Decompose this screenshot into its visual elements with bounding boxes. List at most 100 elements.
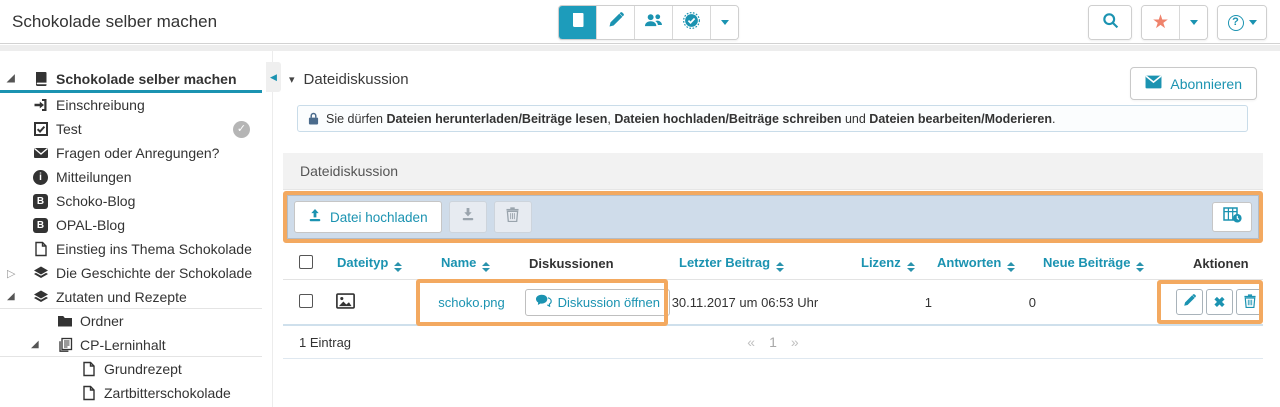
chevron-down-icon: [720, 20, 729, 25]
sidebar-item-label: Grundrezept: [104, 361, 182, 377]
members-button[interactable]: [635, 6, 673, 39]
trash-icon: [1243, 293, 1256, 311]
sidebar-item-zutaten-und-rezepte[interactable]: ◢ Zutaten und Rezepte: [0, 285, 262, 309]
help-button[interactable]: ?: [1218, 6, 1266, 39]
column-header-name[interactable]: Name: [441, 255, 529, 272]
last-post-cell: 30.11.2017 um 06:53 Uhr: [671, 294, 819, 310]
sidebar-item-label: Zartbitterschokolade: [104, 385, 231, 401]
file-type-cell: [336, 292, 438, 312]
edit-course-button[interactable]: [597, 6, 635, 39]
column-header-letzter-beitrag[interactable]: Letzter Beitrag: [679, 255, 861, 272]
open-discussion-label: Diskussion öffnen: [557, 294, 660, 310]
search-icon: [1102, 12, 1119, 34]
sidebar-item-einschreibung[interactable]: Einschreibung: [0, 93, 262, 117]
new-posts-cell: 0: [1028, 294, 1036, 310]
highlight-box-toolbar: Datei hochladen: [283, 191, 1263, 243]
file-link[interactable]: schoko.png: [438, 295, 505, 310]
sidebar-item-label: OPAL-Blog: [56, 217, 125, 233]
pagination-page[interactable]: 1: [769, 334, 777, 350]
sidebar-item-mitteilungen[interactable]: Mitteilungen: [0, 165, 262, 189]
bookmark-button[interactable]: ★: [1142, 6, 1180, 39]
sidebar-collapse-handle[interactable]: [266, 62, 281, 92]
sidebar-item-opal-blog[interactable]: OPAL-Blog: [0, 213, 262, 237]
sidebar-item-einstieg-ins-thema-schokolade[interactable]: Einstieg ins Thema Schokolade: [0, 237, 262, 261]
sidebar-item-grundrezept[interactable]: Grundrezept: [0, 357, 262, 381]
book-icon: [570, 12, 586, 33]
pagination: « 1 »: [747, 334, 798, 350]
asterisk-button[interactable]: ✖: [1206, 289, 1233, 315]
sidebar-item-ordner[interactable]: Ordner: [0, 309, 262, 333]
layers-icon: [32, 288, 49, 305]
completed-check-icon: [233, 120, 250, 138]
upload-file-button[interactable]: Datei hochladen: [294, 201, 442, 233]
star-icon: ★: [1151, 12, 1170, 33]
content-package-icon: [56, 336, 73, 353]
sidebar-item-label: Einstieg ins Thema Schokolade: [56, 241, 252, 257]
sidebar-item-schokolade-selber-machen[interactable]: ◢ Schokolade selber machen: [0, 67, 262, 93]
table-settings-icon: [1222, 206, 1242, 228]
trash-icon: [506, 207, 519, 227]
assessment-button[interactable]: [673, 6, 711, 39]
tree-expanded-caret-icon[interactable]: ◢: [7, 73, 15, 84]
speech-bubbles-icon: [535, 294, 552, 310]
column-header-neue-beitraege[interactable]: Neue Beiträge: [1043, 255, 1183, 272]
table-settings-button[interactable]: [1212, 202, 1252, 232]
sidebar-item-fragen-oder-anregungen[interactable]: Fragen oder Anregungen?: [0, 141, 262, 165]
open-discussion-button[interactable]: Diskussion öffnen: [524, 288, 670, 316]
envelope-icon: [1145, 75, 1162, 92]
tree-expanded-caret-icon[interactable]: ◢: [7, 291, 15, 302]
asterisk-icon: ✖: [1213, 294, 1226, 310]
navigation-tree: ◢ Schokolade selber machen Einschreibung…: [0, 51, 262, 405]
bookmark-dropdown-button[interactable]: [1180, 6, 1207, 39]
delete-button[interactable]: [493, 201, 532, 233]
layers-icon: [32, 265, 49, 282]
upload-icon: [308, 208, 322, 226]
column-header-lizenz[interactable]: Lizenz: [861, 255, 937, 272]
table-header-row: Dateityp Name Diskussionen Letzter Beitr…: [283, 247, 1263, 280]
sidebar-item-schoko-blog[interactable]: Schoko-Blog: [0, 189, 262, 213]
tree-collapsed-caret-icon[interactable]: ▷: [7, 267, 15, 280]
sidebar-item-die-geschichte-der-schokolade[interactable]: ▷ Die Geschichte der Schokolade: [0, 261, 262, 285]
more-tools-button[interactable]: [711, 6, 738, 39]
subscribe-button[interactable]: Abonnieren: [1130, 67, 1257, 100]
column-header-dateityp[interactable]: Dateityp: [337, 255, 441, 272]
sidebar-item-label: Ordner: [80, 313, 124, 329]
file-name-cell: schoko.png: [438, 295, 524, 310]
sort-icon: [776, 261, 785, 272]
envelope-icon: [32, 145, 49, 162]
sidebar-item-label: Schokolade selber machen: [56, 70, 237, 87]
sidebar-item-zartbitterschokolade[interactable]: Zartbitterschokolade: [0, 381, 262, 405]
search-button[interactable]: [1089, 6, 1131, 39]
edit-button[interactable]: [1176, 289, 1203, 315]
pencil-icon: [608, 12, 624, 33]
select-all-cell: [299, 254, 337, 272]
column-header-antworten[interactable]: Antworten: [937, 255, 1043, 272]
tree-expanded-caret-icon[interactable]: ◢: [31, 339, 39, 350]
row-checkbox[interactable]: [299, 293, 313, 308]
sidebar-item-label: Mitteilungen: [56, 169, 132, 185]
select-all-checkbox[interactable]: [299, 254, 313, 269]
panel-title: Dateidiskussion: [283, 153, 1263, 190]
pagination-next[interactable]: »: [791, 334, 799, 350]
users-icon: [644, 12, 663, 33]
upload-label: Datei hochladen: [330, 209, 428, 225]
sidebar-item-cp-lerninhalt[interactable]: ◢ CP-Lerninhalt: [0, 333, 262, 357]
sort-icon: [394, 261, 403, 272]
section-header: Dateidiskussion: [289, 71, 409, 88]
blog-icon: [32, 217, 49, 234]
course-navigation: ◢ Schokolade selber machen Einschreibung…: [0, 51, 262, 407]
column-header-diskussionen: Diskussionen: [529, 255, 614, 271]
main-content: Dateidiskussion Abonnieren Sie dürfen Da…: [283, 51, 1263, 407]
page-icon: [32, 241, 49, 258]
search-group: [1088, 5, 1132, 40]
sidebar-item-label: CP-Lerninhalt: [80, 336, 166, 353]
blog-icon: [32, 193, 49, 210]
sidebar-item-label: Schoko-Blog: [56, 193, 136, 209]
delete-row-button[interactable]: [1236, 289, 1263, 315]
download-button[interactable]: [448, 201, 487, 233]
pagination-prev[interactable]: «: [747, 334, 755, 350]
sidebar-item-test[interactable]: Test: [0, 117, 262, 141]
download-icon: [461, 207, 475, 227]
course-view-button[interactable]: [559, 6, 597, 39]
section-collapse-caret-icon[interactable]: [289, 73, 295, 86]
